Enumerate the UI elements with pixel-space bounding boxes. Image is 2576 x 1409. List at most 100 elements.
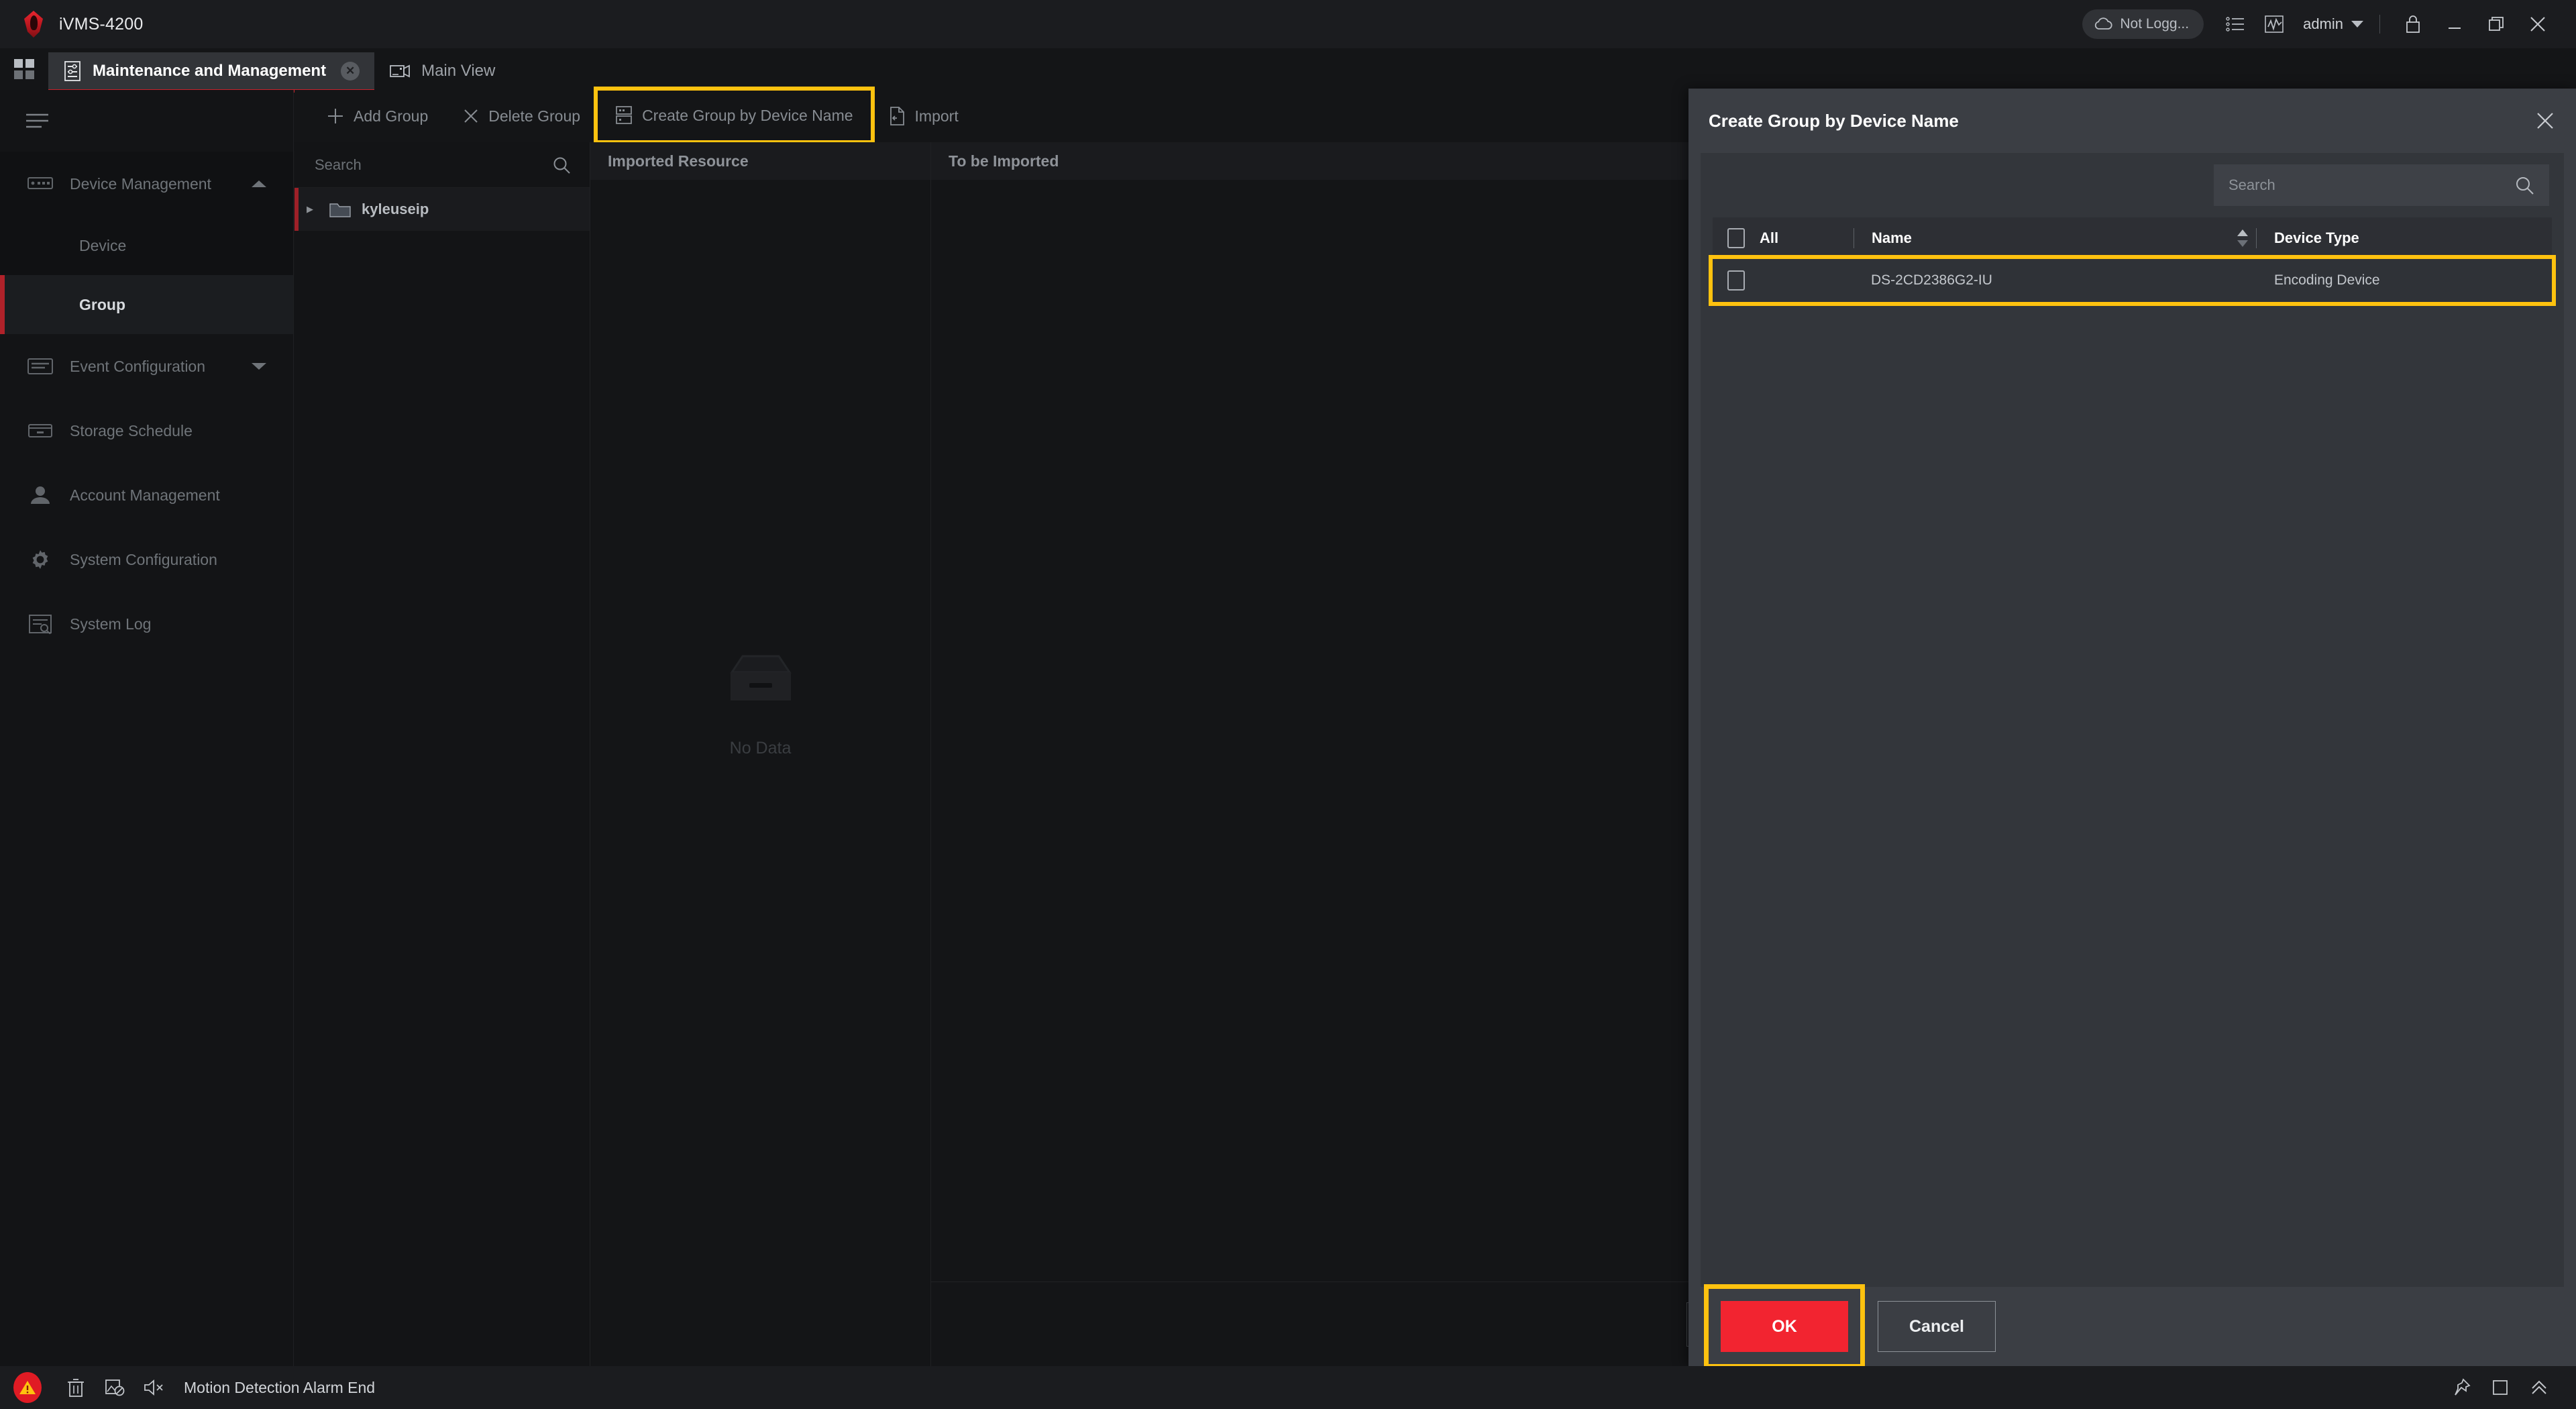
dialog-search-input[interactable]: Search [2214,164,2549,206]
chevron-down-icon [2351,20,2363,28]
tab-label: Main View [421,62,496,80]
sidebar-item-device[interactable]: Device [0,216,293,275]
account-icon [25,480,55,510]
search-icon [2514,175,2534,195]
sidebar-item-label: Device [79,236,127,254]
sidebar-item-label: System Log [70,615,152,633]
image-block-icon[interactable] [95,1366,134,1409]
button-label: Create Group by Device Name [642,106,853,124]
imported-resource-empty-state: No Data [590,652,930,758]
mute-icon[interactable] [134,1366,173,1409]
sidebar-item-account-management[interactable]: Account Management [0,463,293,527]
groups-panel: Search ▶ kyleuseip [294,142,590,1366]
import-icon [888,106,906,126]
add-group-button[interactable]: Add Group [309,90,445,142]
row-checkbox[interactable] [1727,270,1745,291]
title-bar: iVMS-4200 Not Logg... admin [0,0,2576,48]
sidebar: Device Management Device Group Event Con… [0,90,294,1366]
status-bar: Motion Detection Alarm End [0,1366,2576,1409]
plus-icon [327,107,344,125]
storage-icon [25,416,55,446]
restore-icon[interactable] [2475,0,2517,48]
dialog-footer: OK Cancel [1688,1284,2576,1369]
create-group-by-device-name-button[interactable]: Create Group by Device Name [594,87,875,144]
row-select-cell[interactable] [1713,270,1854,291]
group-tree-item-kyleuseip[interactable]: ▶ kyleuseip [294,188,590,231]
sidebar-item-system-log[interactable]: System Log [0,592,293,656]
square-icon[interactable] [2481,1366,2520,1409]
delete-group-button[interactable]: Delete Group [445,90,598,142]
ok-button[interactable]: OK [1721,1301,1848,1352]
sidebar-item-event-configuration[interactable]: Event Configuration [0,334,293,399]
sort-ascending-icon[interactable] [2237,229,2248,236]
status-message: Motion Detection Alarm End [184,1378,376,1396]
tab-main-view[interactable]: Main View [374,52,510,90]
group-search-placeholder: Search [315,156,362,173]
sidebar-item-system-configuration[interactable]: System Configuration [0,527,293,592]
app-logo: iVMS-4200 [20,9,143,39]
server-icon [615,105,633,125]
chevron-up-icon[interactable] [2520,1366,2559,1409]
column-header-all: All [1760,229,1779,246]
maintenance-icon [63,60,82,82]
dialog-search-row: Search [1701,153,2564,217]
device-table-header: All Name Device Type [1713,217,2552,259]
event-icon [25,352,55,381]
hamburger-icon[interactable] [0,90,293,152]
table-row[interactable]: DS-2CD2386G2-IU Encoding Device [1709,255,2556,306]
lock-icon[interactable] [2392,0,2434,48]
list-icon[interactable] [2216,0,2255,48]
group-search-input[interactable]: Search [294,142,590,188]
sidebar-item-label: Event Configuration [70,357,206,375]
dialog-search-placeholder: Search [2229,176,2275,193]
sort-descending-icon[interactable] [2237,240,2248,247]
imported-resource-header: Imported Resource [590,142,930,180]
folder-icon [329,201,351,218]
sidebar-item-storage-schedule[interactable]: Storage Schedule [0,399,293,463]
cloud-login-status[interactable]: Not Logg... [2082,9,2204,39]
sidebar-item-label: Storage Schedule [70,421,193,439]
tab-strip: Maintenance and Management ✕ Main View [0,48,2576,93]
ok-button-highlight: OK [1704,1284,1865,1369]
name-sort-control[interactable] [2237,229,2248,247]
titlebar-right-controls: Not Logg... admin [2082,0,2576,48]
empty-box-icon [717,652,804,716]
cloud-login-label: Not Logg... [2120,16,2190,32]
application-window: iVMS-4200 Not Logg... admin Maintenance … [0,0,2576,1409]
button-label: Import [914,107,959,125]
status-bar-right-controls [2442,1366,2559,1409]
import-button[interactable]: Import [871,90,976,142]
dialog-header: Create Group by Device Name [1688,89,2576,153]
sidebar-item-label: Device Management [70,174,211,193]
empty-state-label: No Data [729,739,792,758]
tab-close-icon[interactable]: ✕ [341,62,360,81]
chart-icon[interactable] [2255,0,2294,48]
pin-icon[interactable] [2442,1366,2481,1409]
cancel-button[interactable]: Cancel [1878,1301,1996,1352]
gear-icon [25,545,55,574]
search-icon [552,156,571,174]
tab-label: Maintenance and Management [93,62,327,80]
close-icon[interactable] [2517,0,2559,48]
select-all-column[interactable]: All [1713,228,1854,248]
sidebar-item-group[interactable]: Group [0,275,293,334]
user-menu[interactable]: admin [2294,15,2367,33]
tab-maintenance-and-management[interactable]: Maintenance and Management ✕ [48,52,375,93]
chevron-down-icon [252,362,266,370]
column-header-name-wrap[interactable]: Name [1854,229,2237,247]
dialog-close-icon[interactable] [2534,110,2556,132]
select-all-checkbox[interactable] [1727,228,1745,248]
chevron-up-icon [252,180,266,188]
sidebar-item-device-management[interactable]: Device Management [0,152,293,216]
grid-icon[interactable] [0,48,48,90]
trash-icon[interactable] [56,1366,95,1409]
minimize-icon[interactable] [2434,0,2475,48]
column-header-name: Name [1872,229,1912,246]
alarm-icon[interactable] [13,1372,42,1403]
device-icon [25,169,55,199]
row-device-type-cell: Encoding Device [2274,272,2380,288]
log-icon [25,609,55,639]
chevron-right-icon[interactable]: ▶ [307,204,319,215]
sidebar-item-label: Group [79,295,125,313]
sidebar-group-device-management: Device Management Device [0,152,293,275]
